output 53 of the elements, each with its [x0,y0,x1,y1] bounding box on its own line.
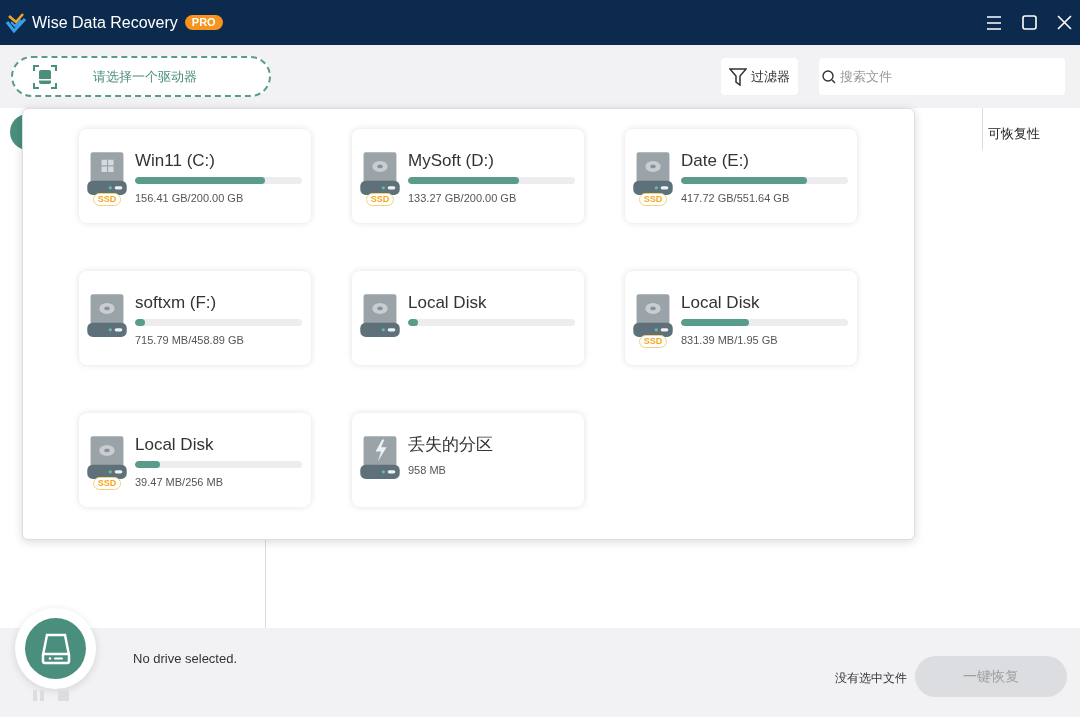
status-message: No drive selected. [133,650,238,668]
window-title: Wise Data Recovery [32,12,178,33]
filter-button[interactable]: 过滤器 [721,58,798,95]
drive-usage: 417.72 GB/551.64 GB [681,191,791,206]
drive-usage: 133.27 GB/200.00 GB [408,191,518,206]
search-field[interactable]: 搜索文件 [819,58,1065,95]
ssd-badge: SSD [638,335,668,348]
drive-card[interactable]: SSD Local Disk 39.47 MB/256 MB [79,413,311,507]
drive-name: softxm (F:) [135,292,218,314]
drive-usage: 831.39 MB/1.95 GB [681,333,779,348]
hard-drive-icon [357,434,403,480]
drive-usage: 715.79 MB/458.89 GB [135,333,245,348]
drive-name: 丢失的分区 [408,434,494,456]
drive-name: Local Disk [408,292,488,314]
selection-status: 没有选中文件 [835,670,907,687]
hard-drive-icon [630,150,676,196]
drive-icon [40,632,71,665]
hard-drive-icon [357,292,403,338]
drive-name: Date (E:) [681,150,751,172]
drive-card[interactable]: SSD Local Disk 831.39 MB/1.95 GB [625,271,857,365]
drive-name: MySoft (D:) [408,150,495,172]
app-logo-icon [5,11,27,34]
drive-card[interactable]: SSD Win11 (C:) 156.41 GB/200.00 GB [79,129,311,223]
pro-badge: PRO [184,15,223,30]
ssd-badge: SSD [92,193,122,206]
hard-drive-icon [84,292,130,338]
drive-card[interactable]: SSD Date (E:) 417.72 GB/551.64 GB [625,129,857,223]
ssd-badge: SSD [365,193,395,206]
drive-card[interactable]: Local Disk [352,271,584,365]
ssd-badge: SSD [638,193,668,206]
drive-icon [33,64,57,89]
drive-card[interactable]: softxm (F:) 715.79 MB/458.89 GB [79,271,311,365]
drive-name: Win11 (C:) [135,150,216,172]
maximize-icon[interactable] [1022,15,1037,30]
drive-usage: 39.47 MB/256 MB [135,475,225,490]
menu-icon[interactable] [986,15,1002,30]
drive-card[interactable]: SSD MySoft (D:) 133.27 GB/200.00 GB [352,129,584,223]
drive-name: Local Disk [135,434,215,456]
hard-drive-icon [630,292,676,338]
scan-button[interactable] [25,618,86,679]
drive-name: Local Disk [681,292,761,314]
drive-usage: 156.41 GB/200.00 GB [135,191,245,206]
hard-drive-icon [357,150,403,196]
search-icon [822,70,836,84]
drive-selector[interactable]: 请选择一个驱动器 [11,56,271,97]
close-icon[interactable] [1057,15,1072,30]
ssd-badge: SSD [92,477,122,490]
filter-icon [729,67,747,86]
hard-drive-icon [84,434,130,480]
column-header: 可恢复性 [988,126,1040,141]
drive-card[interactable]: 丢失的分区 958 MB [352,413,584,507]
hard-drive-icon [84,150,130,196]
drive-usage: 958 MB [408,463,447,478]
